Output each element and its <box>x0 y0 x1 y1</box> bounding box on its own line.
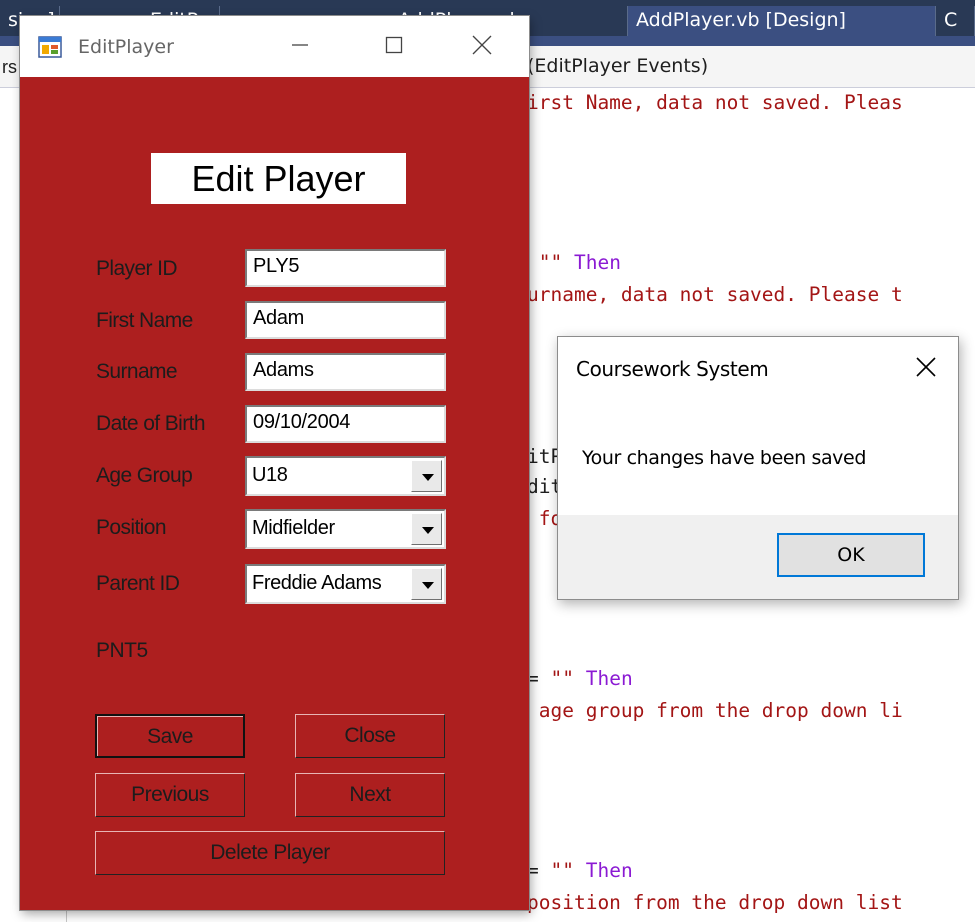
window-title: EditPlayer <box>78 36 174 58</box>
tab-overflow[interactable]: C <box>936 6 975 36</box>
surname-field[interactable]: Adams <box>245 353 446 391</box>
chevron-down-icon[interactable] <box>411 460 442 492</box>
first-name-field[interactable]: Adam <box>245 301 446 339</box>
class-dropdown[interactable]: rs <box>2 57 17 78</box>
code-line: urname, data not saved. Please t <box>527 283 903 306</box>
close-button[interactable]: Close <box>295 714 445 758</box>
position-value: Midfielder <box>252 517 335 539</box>
code-line: = "" Then <box>527 859 633 882</box>
maximize-icon[interactable] <box>366 16 422 77</box>
age-group-label: Age Group <box>96 464 193 487</box>
close-icon[interactable] <box>904 347 948 387</box>
age-group-value: U18 <box>252 464 288 486</box>
code-line: age group from the drop down li <box>527 699 903 722</box>
edit-player-window: EditPlayer Edit Player Player ID PLY5 Fi… <box>20 16 529 910</box>
parent-id-dropdown[interactable]: Freddie Adams <box>245 564 446 604</box>
surname-label: Surname <box>96 360 178 383</box>
dialog-footer: OK <box>558 515 958 599</box>
form-heading: Edit Player <box>151 153 406 204</box>
window-titlebar[interactable]: EditPlayer <box>20 16 529 77</box>
first-name-label: First Name <box>96 309 193 332</box>
position-dropdown[interactable]: Midfielder <box>245 509 446 549</box>
parent-id-value-label: PNT5 <box>96 639 148 662</box>
code-line: irst Name, data not saved. Pleas <box>527 91 903 114</box>
dialog-message: Your changes have been saved <box>582 447 866 469</box>
age-group-dropdown[interactable]: U18 <box>245 456 446 496</box>
parent-id-label: Parent ID <box>96 572 180 595</box>
form-app-icon <box>38 36 62 58</box>
player-id-label: Player ID <box>96 257 178 280</box>
parent-id-selected: Freddie Adams <box>252 572 382 594</box>
chevron-down-icon[interactable] <box>411 513 442 545</box>
next-button[interactable]: Next <box>295 773 445 817</box>
player-id-field[interactable]: PLY5 <box>245 249 446 287</box>
code-line: "" Then <box>538 251 621 274</box>
save-button[interactable]: Save <box>95 714 245 758</box>
ok-button[interactable]: OK <box>777 533 925 577</box>
chevron-down-icon[interactable] <box>411 568 442 600</box>
dialog-title: Coursework System <box>576 357 769 381</box>
minimize-icon[interactable] <box>272 16 328 77</box>
previous-button[interactable]: Previous <box>95 773 245 817</box>
tab-addplayer-design[interactable]: AddPlayer.vb [Design] <box>628 6 936 36</box>
delete-player-button[interactable]: Delete Player <box>95 831 445 875</box>
date-of-birth-field[interactable]: 09/10/2004 <box>245 405 446 443</box>
code-line: = "" Then <box>527 667 633 690</box>
date-of-birth-label: Date of Birth <box>96 412 206 435</box>
code-line: position from the drop down list <box>527 891 903 914</box>
position-label: Position <box>96 516 167 539</box>
close-icon[interactable] <box>454 16 510 77</box>
method-dropdown[interactable]: (EditPlayer Events) <box>527 55 708 77</box>
message-box-dialog: Coursework System Your changes have been… <box>557 336 959 600</box>
